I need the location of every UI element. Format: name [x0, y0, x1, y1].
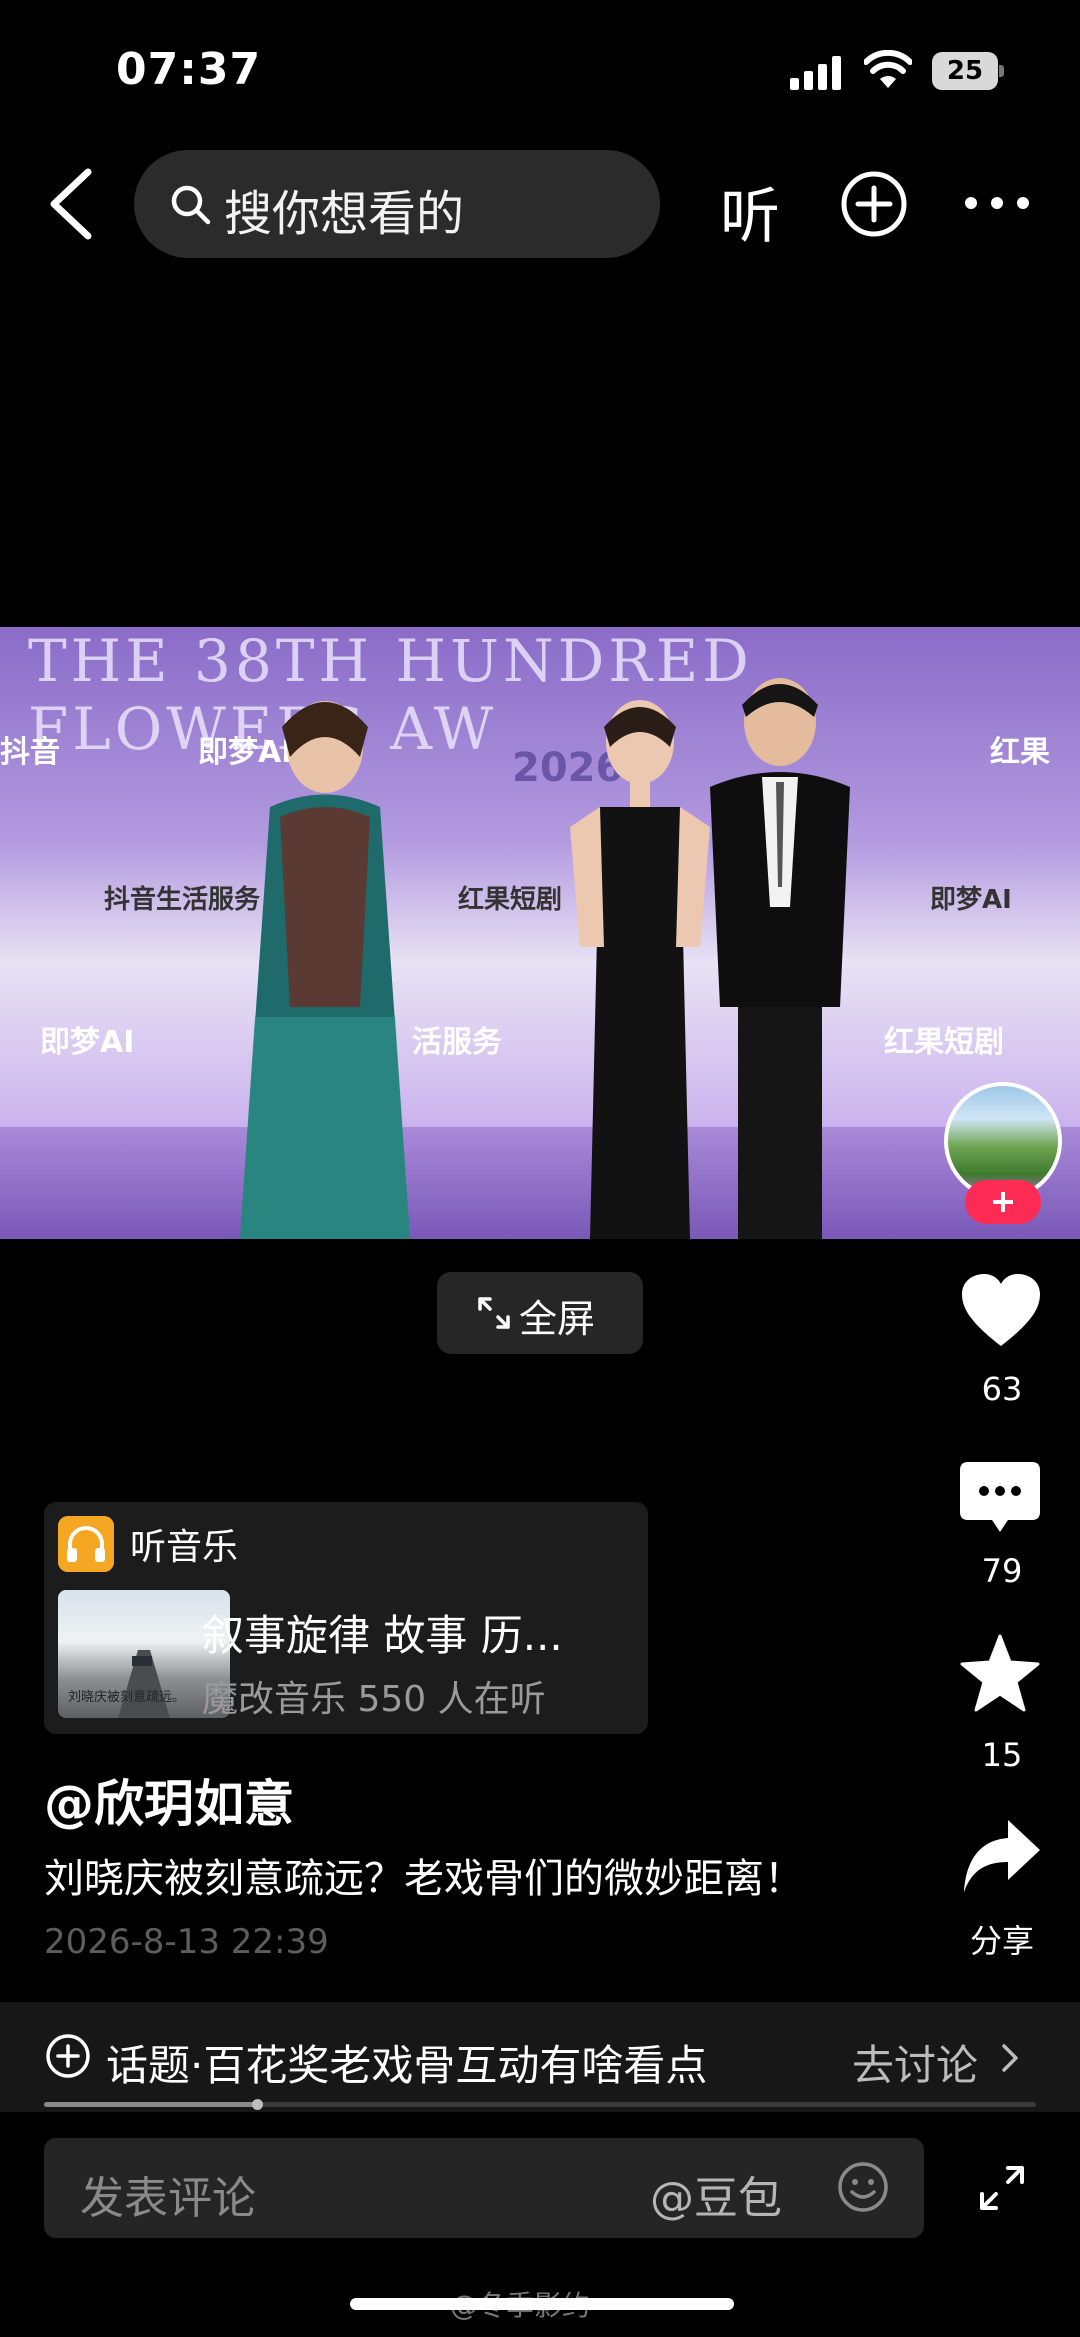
wifi-icon — [864, 50, 912, 88]
mention-button[interactable]: @豆包 — [650, 2162, 782, 2226]
author-name[interactable]: @欣玥如意 — [44, 1764, 294, 1836]
music-subtitle: 魔改音乐 550 人在听 — [202, 1679, 546, 1720]
follow-button[interactable] — [965, 1180, 1041, 1224]
sponsor-logo: 即梦AI — [930, 885, 1012, 915]
sponsor-logo: 红果 — [990, 735, 1050, 770]
comment-count: 79 — [981, 1552, 1023, 1590]
fullscreen-button[interactable]: 全屏 — [437, 1272, 643, 1354]
fullscreen-label: 全屏 — [519, 1297, 596, 1341]
expand-icon[interactable] — [978, 2164, 1026, 2212]
sponsor-logo: 抖音 — [0, 735, 60, 770]
status-time: 07:37 — [116, 44, 262, 95]
person-left — [240, 701, 410, 1239]
comment-icon[interactable] — [960, 1462, 1040, 1534]
home-indicator[interactable] — [350, 2298, 734, 2310]
listen-button[interactable]: 听 — [720, 168, 780, 255]
like-count: 63 — [981, 1370, 1023, 1408]
expand-arrows-icon — [478, 1297, 510, 1329]
search-icon — [171, 185, 211, 225]
video-player[interactable]: THE 38TH HUNDRED FLOWERS AW 抖音 即梦AI 2026… — [0, 627, 1080, 1239]
music-title: 叙事旋律 故事 历... — [202, 1611, 563, 1660]
music-cover-text: 刘晓庆被刻意疏远。 — [68, 1690, 186, 1705]
search-placeholder: 搜你想看的 — [224, 186, 465, 242]
comment-input[interactable]: 发表评论 @豆包 — [44, 2138, 924, 2238]
emoji-icon[interactable] — [836, 2160, 890, 2214]
topic-text: 话题·百花奖老戏骨互动有啥看点 — [106, 2041, 708, 2090]
heart-icon[interactable] — [960, 1274, 1042, 1348]
headphones-icon — [58, 1516, 114, 1572]
comment-placeholder: 发表评论 — [80, 2173, 256, 2224]
search-input[interactable]: 搜你想看的 — [134, 150, 660, 258]
music-card[interactable]: 听音乐 刘晓庆被刻意疏远。 叙事旋律 故事 历... 魔改音乐 550 人在听 — [44, 1502, 648, 1734]
progress-fill — [44, 2102, 258, 2107]
sponsor-logo: 即梦AI — [40, 1025, 135, 1060]
person-right — [710, 678, 850, 1239]
back-button[interactable] — [44, 166, 100, 242]
add-circle-icon — [46, 2034, 90, 2078]
sponsor-logo: 红果短剧 — [884, 1025, 1004, 1060]
post-caption: 刘晓庆被刻意疏远？老戏骨们的微妙距离！ — [44, 1856, 804, 1902]
video-progress-bar[interactable] — [44, 2099, 1036, 2110]
star-icon[interactable] — [960, 1634, 1040, 1712]
add-button[interactable] — [840, 170, 908, 238]
red-carpet-floor — [0, 1127, 1080, 1239]
discuss-button[interactable]: 去讨论 — [852, 2032, 978, 2093]
share-label: 分享 — [969, 1922, 1034, 1960]
post-timestamp: 2026-8-13 22:39 — [44, 1922, 329, 1962]
sponsor-logo: 红果短剧 — [458, 885, 563, 915]
topic-bar[interactable]: 话题·百花奖老戏骨互动有啥看点 去讨论 — [0, 2002, 1080, 2112]
battery-level: 25 — [932, 52, 998, 90]
favorite-count: 15 — [981, 1736, 1023, 1774]
more-icon[interactable] — [962, 194, 1032, 212]
music-header: 听音乐 — [130, 1527, 239, 1568]
video-banner-text: THE 38TH HUNDRED FLOWERS AW — [28, 627, 753, 763]
chevron-right-icon — [1002, 2044, 1018, 2072]
signal-icon — [790, 56, 841, 90]
share-icon[interactable] — [962, 1818, 1042, 1894]
battery-icon: 25 — [932, 52, 1004, 90]
